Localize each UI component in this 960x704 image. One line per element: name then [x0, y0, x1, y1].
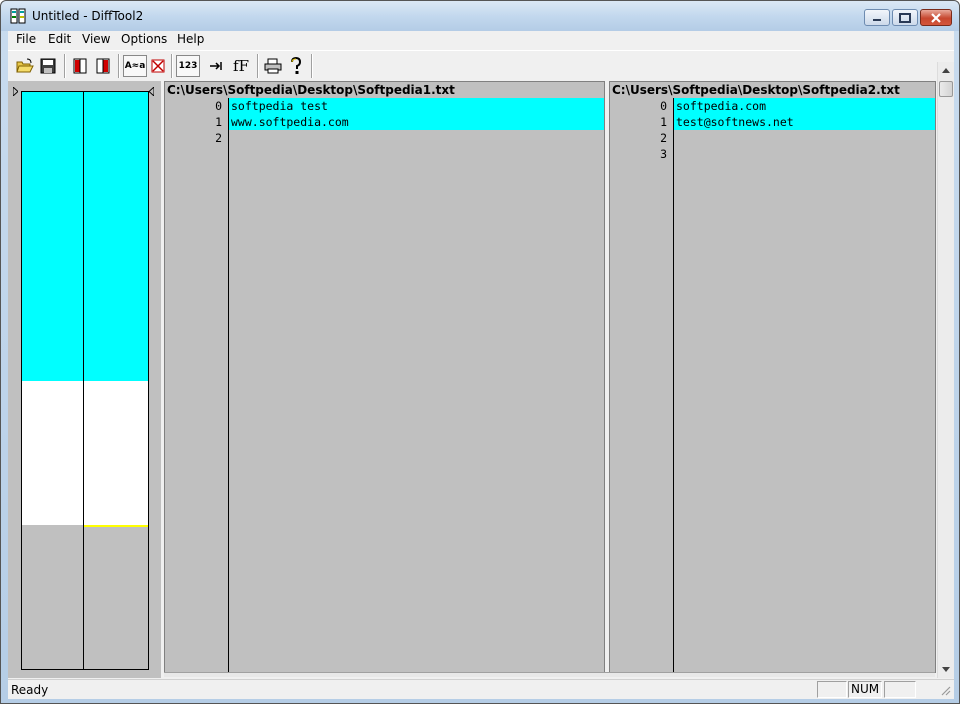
left-file-button[interactable] [69, 55, 91, 77]
vertical-scrollbar[interactable] [937, 62, 954, 678]
print-button[interactable] [262, 55, 284, 77]
title-bar[interactable]: Untitled - DiffTool2 [1, 1, 959, 31]
help-icon [291, 57, 302, 74]
line-number: 3 [660, 147, 667, 161]
left-file-panel[interactable]: C:\Users\Softpedia\Desktop\Softpedia1.tx… [164, 81, 605, 673]
line-number: 1 [660, 115, 667, 129]
overview-segment-empty [84, 380, 148, 525]
line-row[interactable]: 3 [610, 146, 935, 162]
menu-bar: File Edit View Options Help [8, 31, 954, 48]
overview-segment-empty [22, 380, 83, 525]
save-button[interactable] [37, 55, 59, 77]
help-button[interactable] [285, 55, 307, 77]
overview-segment-changed [22, 92, 83, 381]
close-icon [931, 12, 941, 23]
left-file-icon [73, 58, 87, 74]
line-numbers-icon: 123 [178, 61, 198, 71]
match-case-icon: A≈a [124, 61, 146, 71]
match-case-button[interactable]: A≈a [123, 55, 147, 77]
triangle-left-icon [149, 87, 154, 96]
gutter-divider [228, 98, 229, 672]
menu-help[interactable]: Help [175, 32, 206, 46]
right-file-button[interactable] [92, 55, 114, 77]
app-icon [10, 8, 26, 24]
minimize-icon [873, 18, 881, 21]
line-row[interactable]: 2 [610, 130, 935, 146]
overview-right-column [84, 92, 148, 669]
open-button[interactable] [14, 55, 36, 77]
right-file-icon [96, 58, 110, 74]
overview-segment-changed [84, 92, 148, 381]
scroll-thumb[interactable] [939, 81, 953, 97]
scroll-up-button[interactable] [938, 62, 954, 79]
open-icon [16, 58, 34, 73]
line-row[interactable]: 1 test@softnews.net [610, 114, 935, 130]
menu-edit[interactable]: Edit [46, 32, 73, 46]
window-title: Untitled - DiffTool2 [32, 9, 144, 23]
left-file-path: C:\Users\Softpedia\Desktop\Softpedia1.tx… [165, 82, 604, 98]
status-pane-scroll [884, 681, 916, 698]
line-row[interactable]: 2 [165, 130, 604, 146]
font-icon: fF [233, 57, 249, 75]
close-button[interactable] [920, 9, 952, 26]
right-file-panel[interactable]: C:\Users\Softpedia\Desktop\Softpedia2.tx… [609, 81, 936, 673]
line-row[interactable]: 0 softpedia test [165, 98, 604, 114]
save-icon [40, 58, 56, 74]
right-text-area[interactable]: 0 softpedia.com 1 test@softnews.net 2 3 [610, 98, 935, 672]
toolbar-separator [311, 54, 313, 78]
tab-button[interactable] [205, 55, 227, 77]
right-file-path: C:\Users\Softpedia\Desktop\Softpedia2.tx… [610, 82, 935, 98]
arrow-down-icon [942, 667, 950, 672]
font-button[interactable]: fF [230, 55, 252, 77]
print-icon [264, 58, 282, 74]
line-number: 0 [660, 99, 667, 113]
line-text: softpedia test [229, 98, 604, 114]
resize-grip-icon[interactable] [940, 685, 951, 696]
app-window: Untitled - DiffTool2 File Edit View Opti… [0, 0, 960, 704]
line-text: softpedia.com [674, 98, 935, 114]
minimize-button[interactable] [864, 9, 890, 26]
line-row[interactable]: 1 www.softpedia.com [165, 114, 604, 130]
status-bar: Ready NUM [8, 679, 954, 699]
line-number: 0 [215, 99, 222, 113]
scroll-down-button[interactable] [938, 661, 954, 678]
toolbar-separator [171, 54, 173, 78]
diff-overview-pane[interactable] [8, 81, 161, 678]
overview-left-column [22, 92, 84, 669]
menu-options[interactable]: Options [119, 32, 169, 46]
triangle-right-icon [13, 87, 18, 96]
line-number: 2 [660, 131, 667, 145]
arrow-up-icon [942, 68, 950, 73]
horizontal-scrollbar[interactable] [164, 672, 935, 677]
line-numbers-button[interactable]: 123 [176, 55, 200, 77]
toolbar-separator [64, 54, 66, 78]
tab-icon [210, 62, 222, 70]
menu-view[interactable]: View [80, 32, 112, 46]
toolbar-separator [118, 54, 120, 78]
status-pane-num: NUM [848, 681, 882, 698]
overview-segment-none [84, 527, 148, 669]
line-number: 2 [215, 131, 222, 145]
gutter-divider [673, 98, 674, 672]
restore-icon [899, 12, 911, 23]
line-text: test@softnews.net [674, 114, 935, 130]
maximize-button[interactable] [892, 9, 918, 26]
line-number: 1 [215, 115, 222, 129]
line-text: www.softpedia.com [229, 114, 604, 130]
toolbar-separator [257, 54, 259, 78]
ignore-icon [151, 59, 165, 73]
toolbar: A≈a 123 fF [8, 50, 954, 79]
ignore-button[interactable] [147, 55, 169, 77]
menu-file[interactable]: File [14, 32, 38, 46]
left-text-area[interactable]: 0 softpedia test 1 www.softpedia.com 2 [165, 98, 604, 672]
overview-map[interactable] [21, 91, 149, 670]
overview-segment-none [22, 524, 83, 669]
status-text: Ready [11, 683, 49, 697]
client-area: File Edit View Options Help A≈a 123 fF C… [8, 31, 954, 699]
status-pane-caps [817, 681, 847, 698]
line-row[interactable]: 0 softpedia.com [610, 98, 935, 114]
